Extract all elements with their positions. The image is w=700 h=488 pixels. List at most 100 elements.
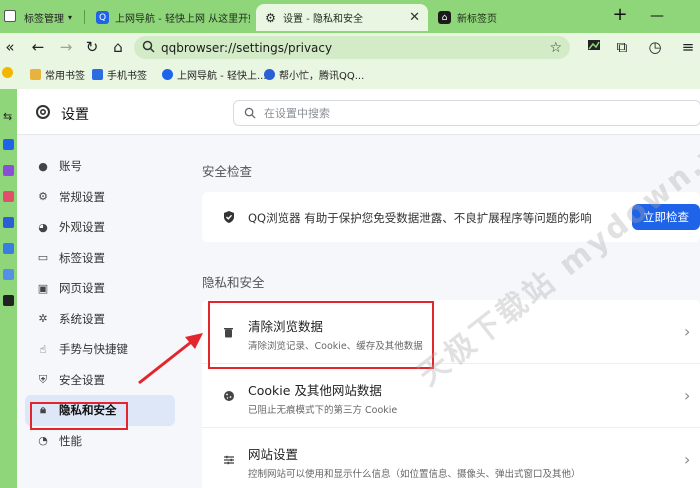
bookmark-label: 常用书签 xyxy=(45,71,85,82)
shield-check-icon xyxy=(224,211,234,223)
tab-manager-button[interactable]: 标签管理 ▾ xyxy=(24,6,72,28)
gauge-icon: ◔ xyxy=(38,434,48,448)
url-text: qqbrowser://settings/privacy xyxy=(161,40,333,55)
chevron-right-icon: › xyxy=(684,386,691,405)
translate-icon[interactable] xyxy=(3,165,14,176)
folder-icon xyxy=(30,69,41,80)
game-icon[interactable] xyxy=(3,243,14,254)
home-icon: ⌂ xyxy=(438,11,451,24)
sidebar-item-label: 手势与快捷键 xyxy=(59,342,128,357)
sidebar-item-label: 账号 xyxy=(59,159,82,174)
gear-icon: ⚙ xyxy=(38,190,48,204)
extensions-icon[interactable]: ⧉ xyxy=(612,37,632,57)
tab-label: 新标签页 xyxy=(457,14,497,25)
swap-icon[interactable]: ⇆ xyxy=(3,111,14,122)
sliders-icon xyxy=(222,453,235,466)
tab-navigation[interactable]: Q 上网导航 - 轻快上网 从这里开始 xyxy=(88,4,250,31)
shield-icon: ⛨ xyxy=(38,372,48,386)
tab-manager-label: 标签管理 xyxy=(24,13,64,25)
star-icon[interactable]: ☆ xyxy=(549,40,562,56)
tab-menu-icon[interactable] xyxy=(4,10,16,22)
image-icon[interactable] xyxy=(584,37,604,57)
qq-browser-icon xyxy=(162,69,173,80)
tab-separator xyxy=(84,10,85,24)
annotation-box-clear-data xyxy=(208,301,434,369)
history-icon[interactable]: ◷ xyxy=(645,37,665,57)
navigation-bar: « ← → ↻ ⌂ qqbrowser://settings/privacy ☆… xyxy=(0,33,700,62)
add-icon[interactable] xyxy=(3,295,14,306)
site-settings-row[interactable]: 网站设置 控制网站可以使用和显示什么信息（如位置信息、摄像头、弹出式窗口及其他）… xyxy=(202,428,700,488)
sidebar-item-tabs[interactable]: ▭ 标签设置 xyxy=(25,243,175,274)
search-placeholder: 在设置中搜索 xyxy=(264,107,330,120)
safety-description: QQ浏览器 有助于保护您免受数据泄露、不良扩展程序等问题的影响 xyxy=(248,211,592,225)
phone-icon xyxy=(92,69,103,80)
bookmark-label: 手机书签 xyxy=(107,71,147,82)
tab-new-tab[interactable]: ⌂ 新标签页 xyxy=(430,4,540,31)
sidebar-item-label: 外观设置 xyxy=(59,220,105,235)
home-icon[interactable]: ⌂ xyxy=(108,37,128,57)
minimize-button[interactable]: — xyxy=(650,8,664,24)
gear-icon xyxy=(36,105,50,119)
search-icon xyxy=(142,40,155,56)
bookmark-label: 帮小忙，腾讯QQ... xyxy=(279,71,365,82)
sidebar-item-label: 标签设置 xyxy=(59,250,105,265)
collapse-sidebar-icon[interactable]: « xyxy=(0,37,20,57)
palette-icon: ◕ xyxy=(38,220,48,234)
bookmark-tencent[interactable]: 帮小忙，腾讯QQ... xyxy=(264,67,364,82)
qq-browser-icon: Q xyxy=(96,11,109,24)
chevron-down-icon: ▾ xyxy=(68,12,73,22)
page-title: 设置 xyxy=(61,107,89,123)
chevron-right-icon: › xyxy=(684,450,691,469)
tab-settings[interactable]: ⚙ 设置 - 隐私和安全 ✕ xyxy=(256,4,428,31)
tab-label: 设置 - 隐私和安全 xyxy=(283,14,363,25)
bird-icon[interactable] xyxy=(3,269,14,280)
reload-icon[interactable]: ↻ xyxy=(82,37,102,57)
sidebar-item-label: 常规设置 xyxy=(59,189,105,204)
hand-icon: ☝ xyxy=(39,342,47,356)
back-arrow-icon[interactable]: ← xyxy=(28,37,48,57)
sidebar-item-label: 安全设置 xyxy=(59,372,105,387)
section-title-privacy: 隐私和安全 xyxy=(202,275,265,290)
row-title: 网站设置 xyxy=(248,447,299,462)
search-icon xyxy=(244,107,256,119)
row-subtitle: 控制网站可以使用和显示什么信息（如位置信息、摄像头、弹出式窗口及其他） xyxy=(248,469,581,480)
gear-icon: ⚙ xyxy=(265,10,276,25)
bookmark-folder-common[interactable]: 常用书签 xyxy=(30,67,85,82)
settings-header: 设置 在设置中搜索 xyxy=(17,89,700,135)
webpage-icon: ▣ xyxy=(37,281,49,295)
close-icon[interactable]: ✕ xyxy=(403,10,420,25)
menu-icon[interactable]: ≡ xyxy=(678,37,698,57)
forward-arrow-icon[interactable]: → xyxy=(56,37,76,57)
sidebar-item-performance[interactable]: ◔ 性能 xyxy=(25,426,175,457)
sidebar-item-label: 性能 xyxy=(59,433,82,448)
app-sidebar: ⇆ xyxy=(0,89,17,488)
settings-page: 设置 在设置中搜索 ● 账号 ⚙ 常规设置 ◕ 外观设置 ▭ 标签设置 ▣ 网页设置 ✲ 系… xyxy=(17,89,700,488)
annotation-arrow-icon xyxy=(138,333,203,385)
sun-icon[interactable] xyxy=(2,67,17,78)
wrench-icon: ✲ xyxy=(38,312,48,326)
address-bar[interactable]: qqbrowser://settings/privacy ☆ xyxy=(134,36,570,59)
cookie-icon xyxy=(222,389,235,402)
sidebar-item-label: 网页设置 xyxy=(59,281,105,296)
settings-search-input[interactable]: 在设置中搜索 xyxy=(233,100,700,126)
qq-browser-icon[interactable] xyxy=(3,139,14,150)
sidebar-item-webpage[interactable]: ▣ 网页设置 xyxy=(25,273,175,304)
bookmark-folder-mobile[interactable]: 手机书签 xyxy=(92,67,147,82)
bookmark-label: 上网导航 - 轻快上... xyxy=(177,71,267,82)
row-title: Cookie 及其他网站数据 xyxy=(248,383,382,398)
row-subtitle: 已阻止无痕模式下的第三方 Cookie xyxy=(248,405,398,416)
annotation-box-sidebar xyxy=(30,402,128,430)
sidebar-item-account[interactable]: ● 账号 xyxy=(25,151,175,182)
sidebar-item-appearance[interactable]: ◕ 外观设置 xyxy=(25,212,175,243)
bookmark-navigation[interactable]: 上网导航 - 轻快上... xyxy=(162,67,267,82)
tab-strip: 标签管理 ▾ Q 上网导航 - 轻快上网 从这里开始 ⚙ 设置 - 隐私和安全 … xyxy=(0,0,700,33)
tencent-icon xyxy=(264,69,275,80)
tab-icon: ▭ xyxy=(37,251,49,265)
home-icon[interactable] xyxy=(3,217,14,228)
chart-icon[interactable] xyxy=(3,191,14,202)
new-tab-button[interactable]: + xyxy=(610,5,630,27)
section-title-safety: 安全检查 xyxy=(202,164,253,179)
sidebar-item-general[interactable]: ⚙ 常规设置 xyxy=(25,182,175,213)
person-icon: ● xyxy=(38,159,48,173)
chevron-right-icon: › xyxy=(684,322,691,341)
